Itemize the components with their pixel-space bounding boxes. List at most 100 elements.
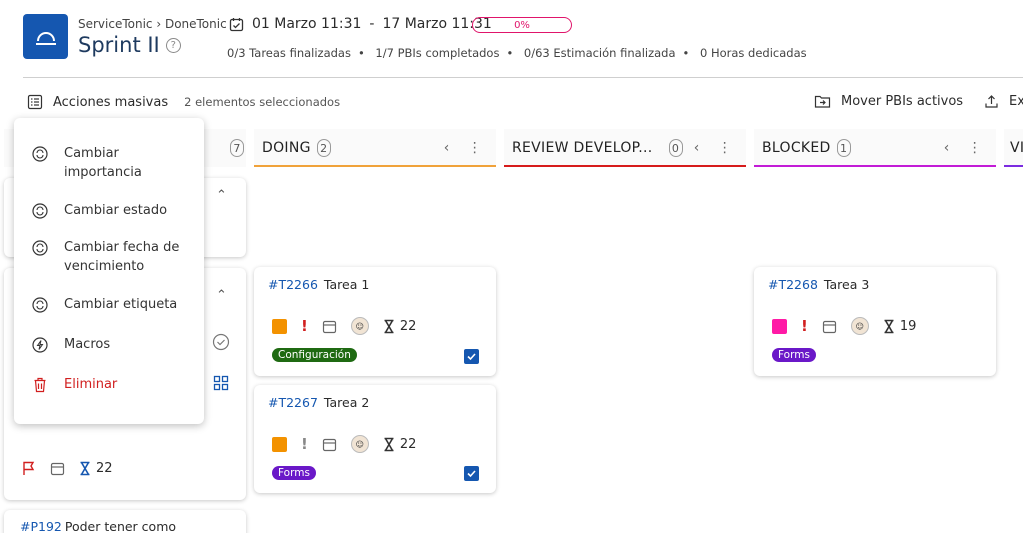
task-name: Tarea 2: [323, 395, 370, 410]
task-id[interactable]: #T2266: [268, 277, 318, 292]
task-hours: 19: [883, 319, 916, 334]
task-card-t2267[interactable]: #T2267 Tarea 2 ! ☺ 22 Forms: [254, 385, 496, 493]
sync-icon: [32, 297, 48, 313]
task-card-t2266[interactable]: #T2266 Tarea 1 ! ☺ 22 Configuración: [254, 267, 496, 376]
task-name: Tarea 1: [323, 277, 370, 292]
chevron-left-icon[interactable]: ‹: [444, 140, 450, 156]
export-button[interactable]: Ex: [984, 94, 1023, 109]
menu-item-change-status[interactable]: Cambiar estado: [32, 201, 167, 220]
sprint-date-range[interactable]: 01 Marzo 11:31 - 17 Marzo 11:31: [229, 16, 492, 32]
collapse-chevron-icon[interactable]: ⌃: [216, 288, 227, 303]
assignee-avatar[interactable]: ☺: [350, 435, 369, 453]
calendar-icon[interactable]: [322, 319, 337, 334]
column-header-blocked: BLOCKED 1 ‹ ⋮: [754, 129, 996, 167]
task-id[interactable]: #T2267: [268, 395, 318, 410]
pbi-id[interactable]: #P192: [20, 519, 62, 533]
menu-item-label: Cambiar importancia: [64, 146, 142, 180]
importance-icon[interactable]: !: [301, 317, 308, 335]
header-divider: [23, 77, 1023, 78]
priority-square[interactable]: [272, 318, 287, 334]
bulk-actions-menu: Cambiar importancia Cambiar estado Cambi…: [14, 118, 204, 424]
task-card-t2268[interactable]: #T2268 Tarea 3 ! ☺ 19 Forms: [754, 267, 996, 376]
calendar-icon[interactable]: [50, 461, 65, 476]
task-title: #T2268 Tarea 3: [768, 277, 869, 292]
pbi-hours: 22: [79, 461, 113, 476]
task-hours: 22: [383, 436, 417, 452]
check-circle-icon[interactable]: [212, 333, 230, 351]
calendar-icon[interactable]: [822, 319, 837, 334]
selected-count: 2 elementos seleccionados: [184, 95, 341, 109]
sprint-stats: 0/3 Tareas finalizadas • 1/7 PBIs complet…: [227, 46, 807, 60]
task-hours-value: 22: [399, 436, 417, 452]
column-underline-next: [1004, 165, 1023, 167]
menu-item-label: Cambiar etiqueta: [64, 297, 178, 312]
task-select-checkbox[interactable]: [464, 349, 479, 364]
menu-item-change-importance[interactable]: Cambiar importancia: [32, 144, 174, 182]
calendar-icon[interactable]: [322, 437, 337, 452]
page-title: Sprint II ?: [78, 33, 181, 57]
task-meta: ! ☺ 22: [272, 435, 416, 453]
check-icon: [467, 353, 476, 361]
task-tag[interactable]: Forms: [272, 466, 316, 480]
lightning-icon: [32, 337, 48, 353]
chevron-left-icon[interactable]: ‹: [694, 140, 700, 156]
menu-item-label: Macros: [64, 337, 111, 352]
column-title: VI: [1010, 140, 1023, 156]
menu-item-label: Cambiar estado: [64, 203, 168, 218]
sync-icon: [32, 146, 48, 162]
column-underline-doing: [254, 165, 496, 167]
menu-item-label: Cambiar fecha de vencimiento: [64, 240, 180, 274]
pbi-card-meta: 22: [22, 461, 113, 476]
move-pbis-button[interactable]: Mover PBIs activos: [814, 94, 963, 109]
stat-hours: 0 Horas dedicadas: [699, 46, 807, 60]
more-vertical-icon[interactable]: ⋮: [718, 140, 732, 156]
hourglass-icon: [384, 319, 394, 333]
task-name: Tarea 3: [823, 277, 870, 292]
date-start: 01 Marzo 11:31: [252, 16, 362, 32]
column-header-doing: DOING 2 ‹ ⋮: [254, 129, 496, 167]
task-title: #T2267 Tarea 2: [268, 395, 369, 410]
assignee-avatar[interactable]: ☺: [350, 317, 369, 335]
grid-icon[interactable]: [213, 375, 229, 391]
column-header-next: VI: [1004, 129, 1023, 167]
menu-item-change-tag[interactable]: Cambiar etiqueta: [32, 295, 177, 314]
collapse-chevron-icon[interactable]: ⌃: [216, 188, 227, 203]
column-count: 1: [836, 139, 851, 157]
breadcrumb[interactable]: ServiceTonic › DoneTonic: [78, 17, 227, 31]
pbi-hours-value: 22: [96, 461, 113, 476]
column-title: DOING: [262, 140, 311, 156]
flag-icon[interactable]: [22, 461, 36, 476]
sprint-cycle-icon: [35, 31, 56, 45]
stat-tasks: 0/3 Tareas finalizadas: [227, 46, 351, 60]
export-label: Ex: [1009, 94, 1023, 109]
more-vertical-icon[interactable]: ⋮: [968, 140, 982, 156]
menu-item-delete[interactable]: Eliminar: [32, 375, 117, 394]
bulk-actions-label[interactable]: Acciones masivas: [53, 95, 168, 110]
sprint-progress-bar: 0%: [472, 17, 572, 33]
assignee-avatar[interactable]: ☺: [850, 317, 869, 335]
bulk-actions-toolbar[interactable]: Acciones masivas 2 elementos seleccionad…: [27, 94, 340, 110]
trash-icon: [34, 377, 46, 393]
hourglass-icon: [80, 461, 90, 476]
priority-square[interactable]: [772, 318, 787, 334]
priority-square[interactable]: [272, 436, 287, 452]
task-tag[interactable]: Configuración: [272, 348, 357, 362]
hourglass-icon: [384, 437, 394, 451]
importance-icon[interactable]: !: [801, 317, 808, 335]
date-separator: -: [369, 16, 375, 32]
task-id[interactable]: #T2268: [768, 277, 818, 292]
menu-item-macros[interactable]: Macros: [32, 335, 110, 354]
pbi-name: Poder tener como: [64, 519, 177, 533]
menu-item-change-due-date[interactable]: Cambiar fecha de vencimiento: [32, 238, 182, 276]
importance-icon[interactable]: !: [301, 435, 308, 453]
task-select-checkbox[interactable]: [464, 466, 479, 481]
progress-label: 0%: [514, 19, 530, 31]
pbi-card-p192[interactable]: #P192 Poder tener como: [4, 510, 246, 533]
more-vertical-icon[interactable]: ⋮: [468, 140, 482, 156]
column-underline-blocked: [754, 165, 996, 167]
list-icon: [27, 94, 43, 110]
chevron-left-icon[interactable]: ‹: [944, 140, 950, 156]
help-icon[interactable]: ?: [165, 37, 181, 53]
task-tag[interactable]: Forms: [772, 348, 816, 362]
sync-icon: [32, 203, 48, 219]
